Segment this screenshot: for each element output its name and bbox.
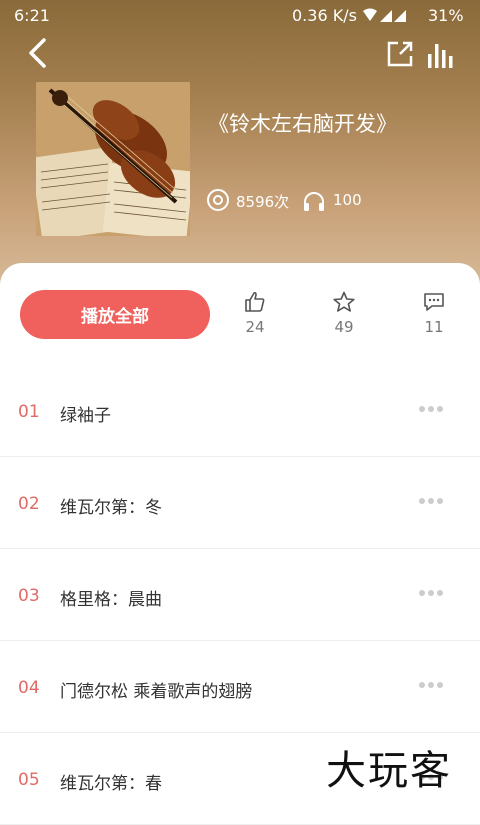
violin-cover-image xyxy=(36,82,190,236)
track-row[interactable]: 04 门德尔松 乘着歌声的翅膀 xyxy=(0,641,480,733)
signal-icons xyxy=(363,8,406,22)
more-options-icon[interactable] xyxy=(418,589,444,597)
track-row[interactable]: 02 维瓦尔第：冬 xyxy=(0,457,480,549)
status-time: 6:21 xyxy=(14,6,50,25)
back-arrow-icon[interactable] xyxy=(24,36,54,70)
track-row[interactable]: 03 格里格：晨曲 xyxy=(0,549,480,641)
battery-level: 31% xyxy=(428,6,464,25)
track-title: 门德尔松 乘着歌声的翅膀 xyxy=(60,682,253,702)
like-count: 24 xyxy=(245,318,265,336)
share-icon[interactable] xyxy=(386,40,414,68)
play-all-button[interactable]: 播放全部 xyxy=(20,290,210,339)
comment-icon xyxy=(424,293,444,311)
listener-count: 100 xyxy=(333,191,362,209)
track-number: 01 xyxy=(18,402,40,422)
track-number: 02 xyxy=(18,494,40,514)
more-options-icon[interactable] xyxy=(418,497,444,505)
track-number: 05 xyxy=(18,770,40,790)
comment-count: 11 xyxy=(424,318,444,336)
track-number: 04 xyxy=(18,678,40,698)
track-number: 03 xyxy=(18,586,40,606)
track-title: 绿袖子 xyxy=(60,406,111,426)
favorite-count: 49 xyxy=(334,318,354,336)
more-options-icon[interactable] xyxy=(418,405,444,413)
play-count: 8596次 xyxy=(236,193,290,211)
album-title: 《铃木左右脑开发》 xyxy=(208,112,397,136)
track-title: 格里格：晨曲 xyxy=(60,590,162,610)
watermark-logo: 大玩客 xyxy=(326,748,452,794)
star-icon xyxy=(333,291,355,312)
track-row[interactable]: 01 绿袖子 xyxy=(0,365,480,457)
more-options-icon[interactable] xyxy=(418,681,444,689)
network-speed: 0.36 K/s xyxy=(292,6,357,25)
headphones-icon xyxy=(304,192,324,211)
track-title: 维瓦尔第：春 xyxy=(60,774,162,794)
comment-button[interactable]: 11 xyxy=(409,290,459,340)
status-bar: 6:21 0.36 K/s 31% xyxy=(0,0,480,30)
equalizer-icon[interactable] xyxy=(426,40,456,70)
thumbs-up-icon xyxy=(245,291,265,312)
disc-icon xyxy=(207,189,229,211)
track-title: 维瓦尔第：冬 xyxy=(60,498,162,518)
favorite-button[interactable]: 49 xyxy=(319,290,369,340)
album-cover xyxy=(36,82,190,236)
like-button[interactable]: 24 xyxy=(230,290,280,340)
album-header: 6:21 0.36 K/s 31% 《铃木左右脑开发》 8596次 100 xyxy=(0,0,480,300)
